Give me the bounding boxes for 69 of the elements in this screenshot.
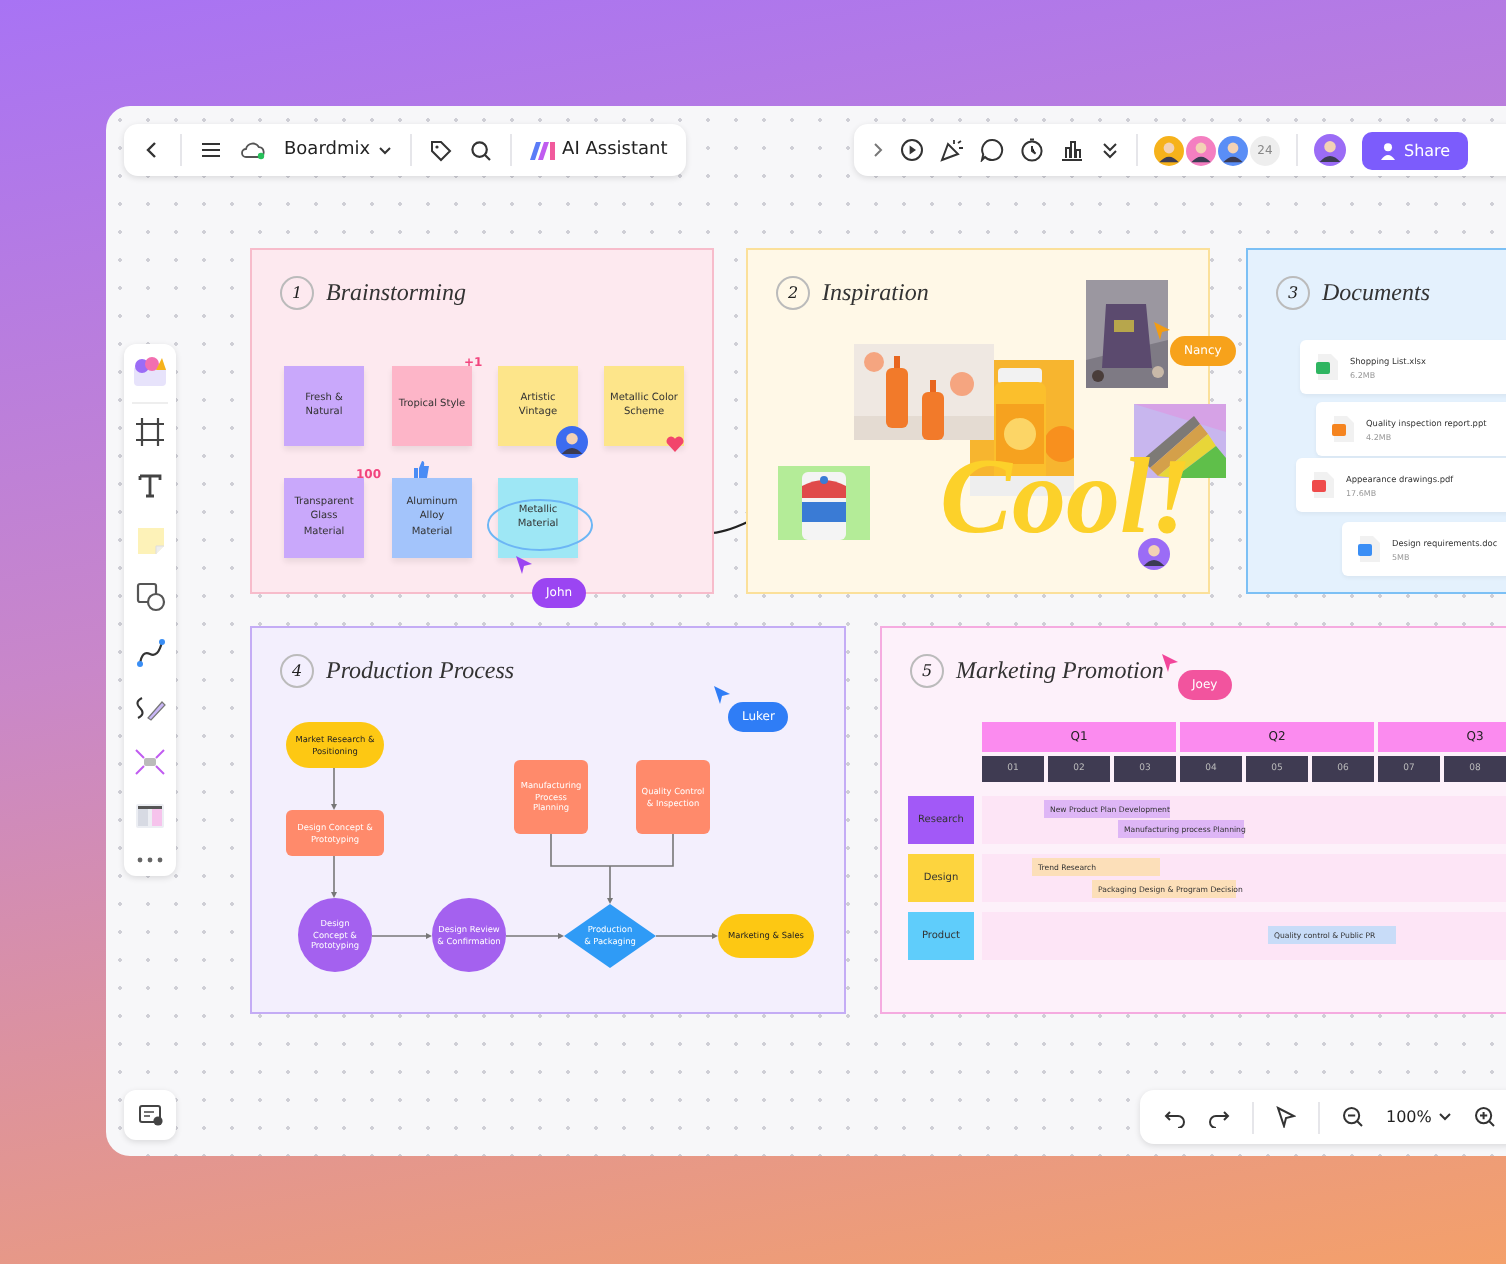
zoom-in-icon[interactable] xyxy=(1473,1106,1496,1128)
frame-number: 1 xyxy=(280,276,314,310)
avatar-icon xyxy=(1186,135,1216,165)
avatar-icon xyxy=(1218,135,1248,165)
connector-arrow xyxy=(548,834,676,904)
comment-icon[interactable] xyxy=(980,138,1004,162)
minimap-button[interactable] xyxy=(124,1090,176,1140)
heart-icon xyxy=(666,436,684,452)
table-icon[interactable] xyxy=(134,802,166,830)
file-icon xyxy=(1332,416,1354,442)
undo-icon[interactable] xyxy=(1164,1107,1186,1127)
frame-title: Marketing Promotion xyxy=(956,656,1164,686)
handwritten-text: Cool! xyxy=(940,442,1193,550)
share-button[interactable]: Share xyxy=(1362,131,1469,169)
frame-number: 3 xyxy=(1276,276,1310,310)
connector-arrow xyxy=(506,931,564,939)
file-icon xyxy=(1316,354,1338,380)
redo-icon[interactable] xyxy=(1208,1107,1230,1127)
file-icon xyxy=(1312,472,1334,498)
frame-number: 4 xyxy=(280,654,314,688)
frame-title: Documents xyxy=(1322,278,1430,308)
board-name-button[interactable]: Boardmix xyxy=(284,140,393,160)
frame-icon[interactable] xyxy=(136,418,164,446)
cursor-icon xyxy=(1162,654,1178,672)
connector-arrow xyxy=(330,768,338,810)
file-icon xyxy=(1358,536,1380,562)
zoom-level-dropdown[interactable]: 100% xyxy=(1386,1108,1452,1126)
tag-icon[interactable] xyxy=(430,139,453,161)
avatar-icon xyxy=(556,426,588,458)
chevron-right-icon[interactable] xyxy=(872,142,884,158)
play-icon[interactable] xyxy=(900,138,924,162)
double-chevron-icon[interactable] xyxy=(1100,140,1120,160)
frame-title: Inspiration xyxy=(822,278,929,308)
timer-icon[interactable] xyxy=(1020,138,1044,162)
avatar-icon xyxy=(1154,135,1184,165)
ai-assistant-button[interactable]: AI Assistant xyxy=(530,140,668,160)
templates-icon[interactable] xyxy=(132,356,168,388)
frame-title: Brainstorming xyxy=(326,278,467,308)
cloud-icon xyxy=(240,140,266,160)
chevron-down-icon xyxy=(378,145,393,155)
search-icon[interactable] xyxy=(470,139,493,161)
connector-arrow xyxy=(330,856,338,898)
minimap-icon xyxy=(137,1104,163,1126)
person-icon xyxy=(1380,141,1398,159)
chevron-down-icon xyxy=(1437,1112,1452,1122)
cursor-icon xyxy=(714,686,730,704)
frame-title: Production Process xyxy=(326,656,515,686)
pen-icon[interactable] xyxy=(134,694,166,722)
avatar-icon xyxy=(1314,134,1346,166)
text-icon[interactable] xyxy=(136,472,164,500)
back-icon[interactable] xyxy=(142,140,162,160)
connector-arrow xyxy=(656,932,718,940)
menu-icon[interactable] xyxy=(200,140,222,160)
connector-arrow xyxy=(372,931,432,939)
chart-icon[interactable] xyxy=(1060,138,1084,162)
cursor-icon xyxy=(516,556,532,574)
more-icon[interactable] xyxy=(136,856,164,864)
mind-map-icon[interactable] xyxy=(134,748,166,776)
frame-number: 5 xyxy=(910,654,944,688)
shapes-icon[interactable] xyxy=(135,582,165,612)
thumbs-up-icon xyxy=(412,460,430,478)
party-popper-icon[interactable] xyxy=(940,138,964,162)
pointer-icon[interactable] xyxy=(1276,1106,1296,1128)
ai-logo-icon xyxy=(530,141,557,159)
connector-icon[interactable] xyxy=(135,638,165,668)
highlight-ellipse xyxy=(486,498,594,552)
avatar-icon xyxy=(1138,538,1170,570)
frame-number: 2 xyxy=(776,276,810,310)
zoom-out-icon[interactable] xyxy=(1342,1106,1364,1128)
